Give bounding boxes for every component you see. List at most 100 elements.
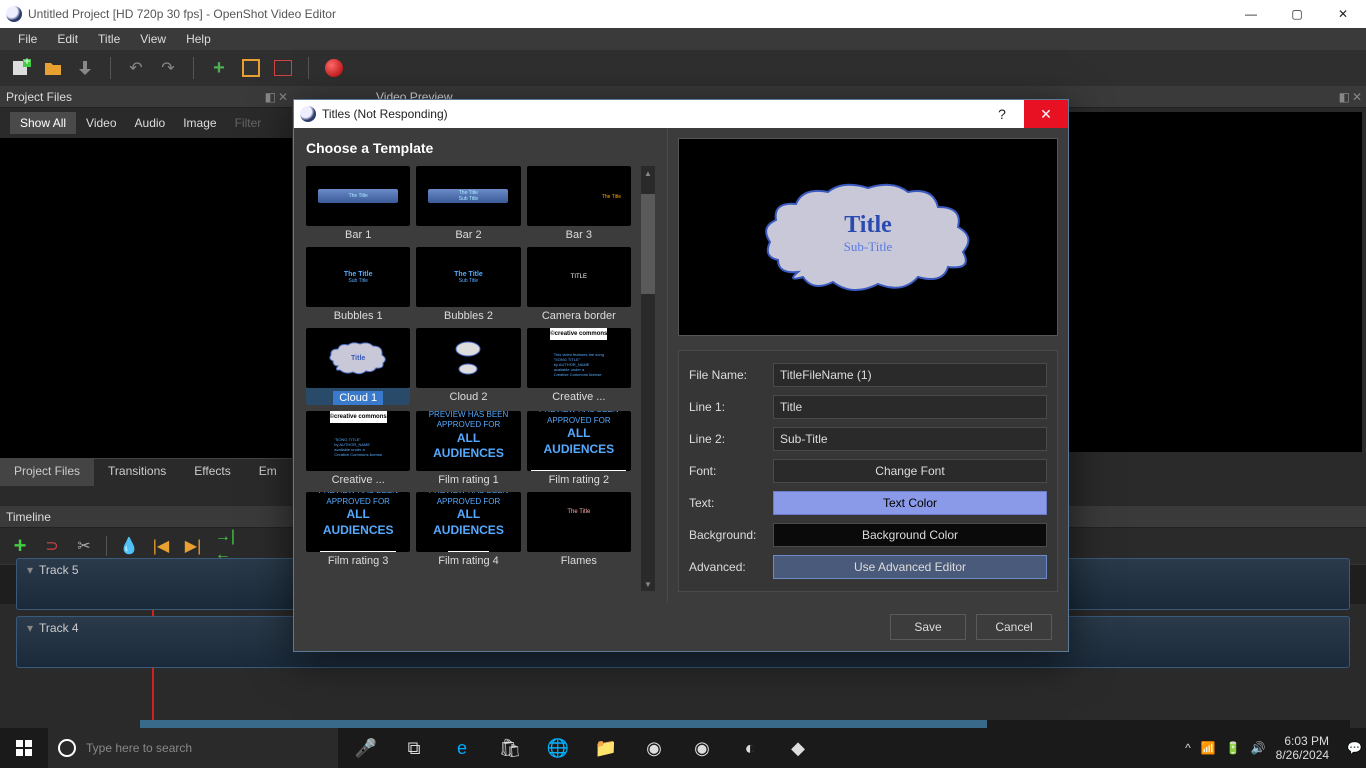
dialog-help-button[interactable]: ? [980, 100, 1024, 128]
window-maximize-button[interactable]: ▢ [1274, 0, 1320, 28]
advanced-editor-button[interactable]: Use Advanced Editor [773, 555, 1047, 579]
project-files-header: Project Files [6, 90, 72, 104]
filter-audio[interactable]: Audio [127, 112, 174, 134]
menu-edit[interactable]: Edit [47, 30, 88, 48]
scroll-down-icon[interactable]: ▼ [641, 577, 655, 591]
dialog-titlebar: Titles (Not Responding) ? ✕ [294, 100, 1068, 128]
template-item[interactable]: TITLECamera border [527, 247, 631, 322]
taskbar-search[interactable]: Type here to search [48, 728, 338, 768]
openshot-taskbar-icon[interactable]: ◐ [726, 728, 774, 768]
store-icon[interactable]: 🛍 [486, 728, 534, 768]
taskbar-clock[interactable]: 6:03 PM 8/26/2024 [1276, 734, 1337, 763]
redo-icon[interactable]: ↷ [157, 57, 179, 79]
cortana-icon [58, 739, 76, 757]
menu-help[interactable]: Help [176, 30, 221, 48]
template-item[interactable]: THE FOLLOWING PREVIEW HAS BEEN APPROVED … [416, 411, 520, 486]
edge-legacy-icon[interactable]: e [438, 728, 486, 768]
notifications-icon[interactable]: 💬 [1347, 741, 1362, 755]
save-project-icon[interactable] [74, 57, 96, 79]
preview-subtitle: Sub-Title [758, 239, 978, 255]
task-view-icon[interactable]: ⧉ [390, 728, 438, 768]
template-label: Cloud 2 [450, 391, 488, 403]
template-item[interactable]: The TitleSub TitleBubbles 2 [416, 247, 520, 322]
filter-image[interactable]: Image [175, 112, 224, 134]
background-color-button[interactable]: Background Color [773, 523, 1047, 547]
scroll-up-icon[interactable]: ▲ [641, 166, 655, 180]
template-label: Film rating 2 [549, 474, 610, 486]
file-name-input[interactable] [773, 363, 1047, 387]
template-item[interactable]: THE FOLLOWING PREVIEW HAS BEEN APPROVED … [306, 492, 410, 567]
line1-label: Line 1: [689, 400, 773, 414]
filter-video[interactable]: Video [78, 112, 124, 134]
project-files-panel: Project Files ◧✕ Show All Video Audio Im… [0, 86, 292, 506]
advanced-label: Advanced: [689, 560, 773, 574]
profile-icon[interactable] [240, 57, 262, 79]
title-form: File Name: Line 1: Line 2: Font: Change … [678, 350, 1058, 592]
fullscreen-icon[interactable] [272, 57, 294, 79]
template-item[interactable]: The TitleSub TitleBar 2 [416, 166, 520, 241]
template-item[interactable]: The TitleFlames [527, 492, 631, 567]
change-font-button[interactable]: Change Font [773, 459, 1047, 483]
template-item[interactable]: ©creative commons"SONG TITLE"by AUTHOR_N… [306, 411, 410, 486]
import-files-icon[interactable]: + [208, 57, 230, 79]
template-label: Cloud 1 [333, 391, 383, 405]
template-item[interactable]: The TitleSub TitleBubbles 1 [306, 247, 410, 322]
app-icon [300, 106, 316, 122]
line2-input[interactable] [773, 427, 1047, 451]
template-item[interactable]: The TitleBar 1 [306, 166, 410, 241]
chrome-icon[interactable]: ◉ [630, 728, 678, 768]
volume-icon[interactable]: 🔊 [1251, 741, 1266, 755]
export-icon[interactable] [323, 57, 345, 79]
edge-icon[interactable]: 🌐 [534, 728, 582, 768]
project-files-list[interactable] [0, 138, 292, 458]
dialog-close-button[interactable]: ✕ [1024, 100, 1068, 128]
dialog-footer: Save Cancel [294, 603, 1068, 651]
line2-label: Line 2: [689, 432, 773, 446]
template-item[interactable]: The TitleBar 3 [527, 166, 631, 241]
save-button[interactable]: Save [890, 614, 966, 640]
template-label: Bar 3 [566, 229, 592, 241]
cancel-button[interactable]: Cancel [976, 614, 1052, 640]
panel-close-icon[interactable]: ✕ [1352, 90, 1362, 104]
tab-project-files[interactable]: Project Files [0, 459, 94, 486]
start-button[interactable] [0, 728, 48, 768]
panel-float-icon[interactable]: ◧ [265, 90, 276, 104]
battery-icon[interactable]: 🔋 [1226, 741, 1241, 755]
template-scrollbar[interactable]: ▲ ▼ [641, 166, 655, 591]
template-item[interactable]: Cloud 2 [416, 328, 520, 405]
menu-title[interactable]: Title [88, 30, 130, 48]
tab-effects[interactable]: Effects [180, 459, 244, 486]
tab-emojis[interactable]: Em [245, 459, 291, 486]
template-item[interactable]: THE FOLLOWING PREVIEW HAS BEEN APPROVED … [416, 492, 520, 567]
line1-input[interactable] [773, 395, 1047, 419]
undo-icon[interactable]: ↶ [125, 57, 147, 79]
text-color-button[interactable]: Text Color [773, 491, 1047, 515]
panel-float-icon[interactable]: ◧ [1339, 90, 1350, 104]
wifi-icon[interactable]: 📶 [1201, 741, 1216, 755]
explorer-icon[interactable]: 📁 [582, 728, 630, 768]
chrome-beta-icon[interactable]: ◉ [678, 728, 726, 768]
tab-transitions[interactable]: Transitions [94, 459, 180, 486]
template-item[interactable]: THE FOLLOWING PREVIEW HAS BEEN APPROVED … [527, 411, 631, 486]
titles-dialog: Titles (Not Responding) ? ✕ Choose a Tem… [293, 99, 1069, 652]
font-label: Font: [689, 464, 773, 478]
new-project-icon[interactable]: + [10, 57, 32, 79]
file-name-label: File Name: [689, 368, 773, 382]
panel-close-icon[interactable]: ✕ [278, 90, 288, 104]
template-label: Creative ... [552, 391, 605, 403]
window-close-button[interactable]: ✕ [1320, 0, 1366, 28]
template-item-selected[interactable]: TitleCloud 1 [306, 328, 410, 405]
open-project-icon[interactable] [42, 57, 64, 79]
inkscape-icon[interactable]: ◆ [774, 728, 822, 768]
filter-filter[interactable]: Filter [227, 112, 270, 134]
template-label: Film rating 3 [328, 555, 389, 567]
menu-view[interactable]: View [130, 30, 176, 48]
tray-chevron-icon[interactable]: ^ [1185, 741, 1191, 755]
template-label: Bar 2 [455, 229, 481, 241]
menu-file[interactable]: File [8, 30, 47, 48]
mic-icon[interactable]: 🎤 [342, 728, 390, 768]
window-minimize-button[interactable]: — [1228, 0, 1274, 28]
filter-show-all[interactable]: Show All [10, 112, 76, 134]
preview-title: Title [758, 212, 978, 239]
template-item[interactable]: ©creative commonsThis video features the… [527, 328, 631, 405]
